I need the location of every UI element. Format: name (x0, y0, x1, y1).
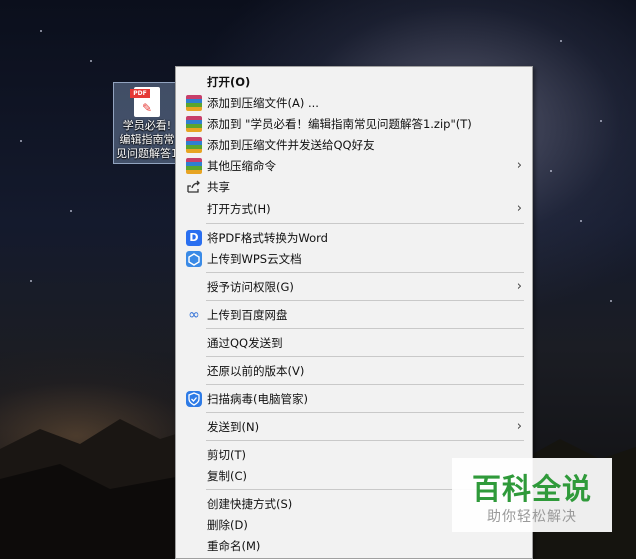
wps-pdf-icon: D (186, 230, 202, 246)
menu-item-label: 还原以前的版本(V) (207, 364, 305, 378)
menu-item-label: 授予访问权限(G) (207, 280, 294, 294)
menu-item-label: 重命名(M) (207, 539, 261, 553)
menu-item-send-to[interactable]: 发送到(N) › (176, 417, 532, 437)
pdf-logo-mark: ✎ (142, 101, 153, 115)
watermark-title: 百科全说 (471, 472, 592, 506)
menu-item-label: 复制(C) (207, 469, 248, 483)
menu-item-label: 上传到百度网盘 (207, 308, 288, 322)
baidu-netdisk-icon: ∞ (188, 307, 200, 323)
winrar-icon (186, 158, 202, 174)
menu-item-upload-wps[interactable]: 上传到WPS云文档 (176, 249, 532, 269)
menu-item-share[interactable]: 共享 (176, 177, 532, 197)
menu-item-label: 删除(D) (207, 518, 248, 532)
menu-item-upload-baidu[interactable]: ∞ 上传到百度网盘 (176, 305, 532, 325)
menu-item-label: 添加到 "学员必看！编辑指南常见问题解答1.zip"(T) (207, 117, 472, 131)
menu-item-send-qq[interactable]: 通过QQ发送到 (176, 333, 532, 353)
share-icon (186, 179, 202, 195)
menu-item-open-with[interactable]: 打开方式(H) › (176, 199, 532, 219)
menu-item-other-compress[interactable]: 其他压缩命令 › (176, 156, 532, 176)
pdf-file-icon: PDF ✎ (130, 87, 160, 117)
menu-item-label: 将PDF格式转换为Word (207, 231, 328, 245)
desktop-file-icon[interactable]: PDF ✎ 学员必看! 编辑指南常 见问题解答1 (113, 82, 179, 164)
chevron-right-icon: › (516, 201, 522, 216)
menu-item-label: 共享 (207, 180, 230, 194)
menu-separator (206, 223, 524, 224)
menu-item-label: 剪切(T) (207, 448, 246, 462)
winrar-icon (186, 116, 202, 132)
chevron-right-icon: › (516, 279, 522, 294)
menu-item-label: 添加到压缩文件并发送给QQ好友 (207, 138, 375, 152)
menu-item-add-archive[interactable]: 添加到压缩文件(A) ... (176, 93, 532, 113)
menu-item-label: 打开(O) (207, 75, 251, 89)
menu-item-label: 扫描病毒(电脑管家) (207, 392, 308, 406)
menu-item-restore[interactable]: 还原以前的版本(V) (176, 361, 532, 381)
winrar-icon (186, 95, 202, 111)
menu-separator (206, 356, 524, 357)
desktop-file-label: 学员必看! 编辑指南常 见问题解答1 (116, 119, 178, 160)
menu-item-scan[interactable]: 扫描病毒(电脑管家) (176, 389, 532, 409)
menu-separator (206, 300, 524, 301)
menu-item-label: 上传到WPS云文档 (207, 252, 302, 266)
pc-manager-shield-icon (186, 391, 202, 407)
menu-item-add-send-qq[interactable]: 添加到压缩文件并发送给QQ好友 (176, 135, 532, 155)
menu-item-label: 其他压缩命令 (207, 159, 276, 173)
pdf-badge: PDF (130, 89, 150, 98)
menu-item-label: 打开方式(H) (207, 202, 271, 216)
chevron-right-icon: › (516, 419, 522, 434)
menu-separator (206, 384, 524, 385)
menu-item-open[interactable]: 打开(O) (176, 72, 532, 92)
menu-separator (206, 272, 524, 273)
menu-item-grant-access[interactable]: 授予访问权限(G) › (176, 277, 532, 297)
menu-separator (206, 440, 524, 441)
menu-item-label: 通过QQ发送到 (207, 336, 283, 350)
menu-item-label: 发送到(N) (207, 420, 260, 434)
watermark-subtitle: 助你轻松解决 (487, 509, 577, 525)
menu-item-pdf-to-word[interactable]: D 将PDF格式转换为Word (176, 228, 532, 248)
menu-item-rename[interactable]: 重命名(M) (176, 536, 532, 556)
menu-item-add-zip[interactable]: 添加到 "学员必看！编辑指南常见问题解答1.zip"(T) (176, 114, 532, 134)
menu-item-label: 创建快捷方式(S) (207, 497, 293, 511)
baike-watermark: 百科全说 助你轻松解决 (452, 458, 612, 532)
chevron-right-icon: › (516, 158, 522, 173)
menu-item-label: 添加到压缩文件(A) ... (207, 96, 319, 110)
menu-separator (206, 412, 524, 413)
menu-separator (206, 328, 524, 329)
winrar-icon (186, 137, 202, 153)
wps-cloud-icon (186, 251, 202, 267)
